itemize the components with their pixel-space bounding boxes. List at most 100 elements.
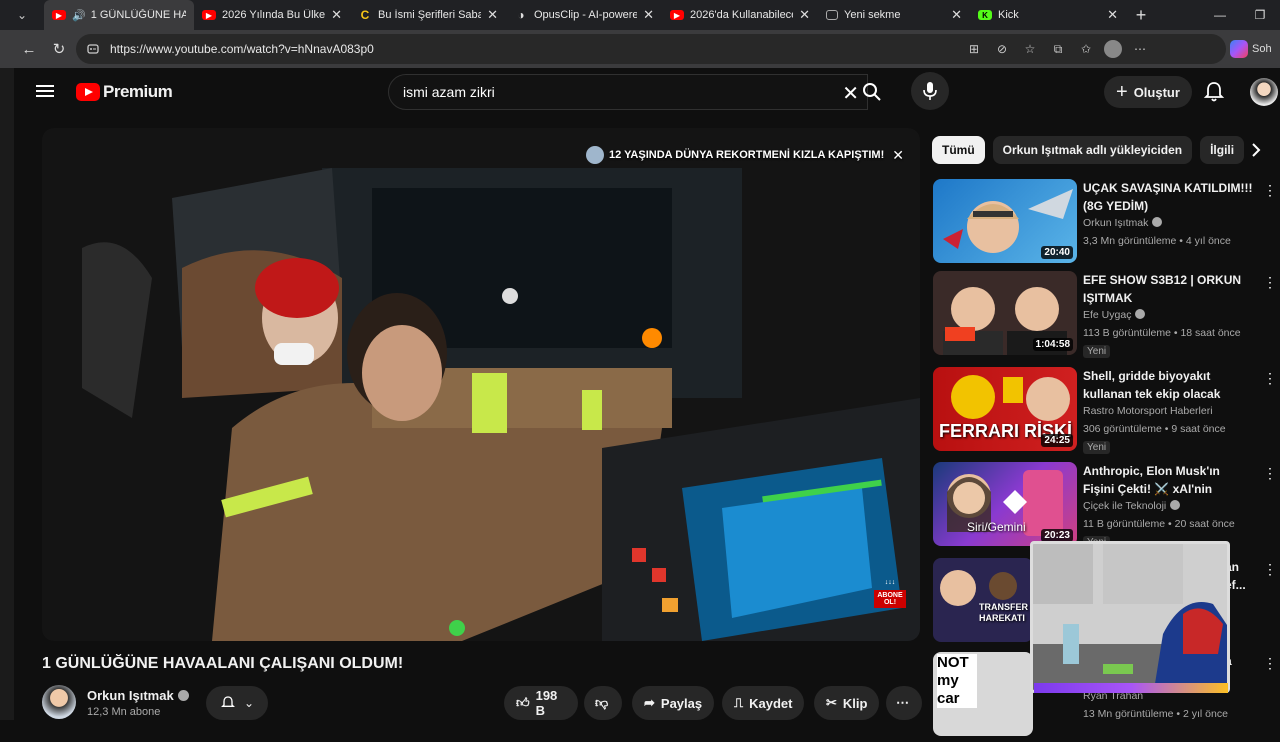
search-input[interactable]: ismi azam zikri ✕ <box>388 74 868 110</box>
tab-7[interactable]: K Kick ✕ <box>970 0 1126 30</box>
youtube-header: Premium ismi azam zikri ✕ + Oluştur <box>14 68 1280 116</box>
tab-6[interactable]: Yeni sekme ✕ <box>818 0 970 30</box>
close-tab-icon[interactable]: ✕ <box>1107 7 1118 23</box>
save-button[interactable]: ⎍ Kaydet <box>722 686 805 720</box>
hamburger-menu-icon[interactable] <box>36 82 54 102</box>
video-title[interactable]: EFE SHOW S3B12 | ORKUN IŞITMAK <box>1083 271 1253 307</box>
channel-name[interactable]: Rastro Motorsport Haberleri <box>1083 405 1213 417</box>
profile-icon[interactable] <box>1104 40 1122 58</box>
close-tab-icon[interactable]: ✕ <box>799 7 810 23</box>
video-thumbnail[interactable]: Siri/Gemini 20:23 <box>933 462 1077 546</box>
tab-list-button[interactable]: ⌄ <box>0 0 44 30</box>
notifications-bell-icon[interactable] <box>1202 80 1226 104</box>
microphone-icon <box>923 82 937 100</box>
thumbs-up-icon: 👍︎ <box>516 695 530 710</box>
tab-3[interactable]: C Bu İsmi Şerifleri Sabah ✕ <box>350 0 506 30</box>
tab-4[interactable]: ◑ OpusClip - AI-powered ✕ <box>506 0 662 30</box>
channel-name[interactable]: Orkun Işıtmak <box>1083 217 1163 229</box>
tracking-prevention-icon[interactable]: ⊘ <box>992 39 1012 59</box>
recommendation-item[interactable]: Siri/Gemini 20:23 Anthropic, Elon Musk'ı… <box>933 462 1277 552</box>
webcam-frame-bar <box>1034 683 1228 693</box>
logo-text: Premium <box>103 82 173 101</box>
tab-1[interactable]: ▶ 🔊 1 GÜNLÜĞÜNE HA <box>44 0 194 30</box>
recommendation-item[interactable]: 1:04:58 EFE SHOW S3B12 | ORKUN IŞITMAK E… <box>933 271 1277 361</box>
verified-icon <box>1135 309 1146 319</box>
url-field[interactable]: https://www.youtube.com/watch?v=hNnavA08… <box>76 34 1226 64</box>
channel-name-text: Orkun Işıtmak <box>87 688 174 703</box>
favorite-star-icon[interactable]: ☆ <box>1020 39 1040 59</box>
chip-all[interactable]: Tümü <box>932 136 985 164</box>
youtube-icon: ▶ <box>202 10 216 20</box>
save-label: Kaydet <box>749 695 793 711</box>
share-button[interactable]: ➦ Paylaş <box>632 686 715 720</box>
video-title[interactable]: Shell, gridde biyoyakıt kullanan tek eki… <box>1083 367 1253 403</box>
close-tab-icon[interactable]: ✕ <box>487 7 498 23</box>
close-tab-icon[interactable]: ✕ <box>331 7 342 23</box>
more-actions-button[interactable]: ⋯ <box>886 686 922 720</box>
copilot-button[interactable]: Soh <box>1230 34 1280 64</box>
channel-name[interactable]: Orkun Işıtmak <box>87 688 189 703</box>
video-player[interactable]: 12 YAŞINDA DÜNYA REKORTMENİ KIZLA KAPIŞT… <box>42 128 920 641</box>
tab-5[interactable]: ▶ 2026'da Kullanabileceği ✕ <box>662 0 818 30</box>
like-button[interactable]: 👍︎ 198 B <box>504 686 578 720</box>
site-info-icon[interactable] <box>86 42 100 56</box>
recommendation-item[interactable]: FERRARI RİSKİ 24:25 Shell, gridde biyoya… <box>933 367 1277 457</box>
more-vert-icon[interactable]: ⋮ <box>1263 654 1277 672</box>
create-button[interactable]: + Oluştur <box>1104 76 1192 108</box>
filter-chips: Tümü Orkun Işıtmak adlı yükleyiciden İlg… <box>932 136 1245 164</box>
account-avatar[interactable] <box>1250 78 1278 106</box>
more-vert-icon[interactable]: ⋮ <box>1263 464 1277 482</box>
new-badge: Yeni <box>1083 441 1111 454</box>
channel-avatar[interactable] <box>42 685 76 719</box>
video-thumbnail[interactable]: TRANSFER HAREKATI <box>933 558 1033 642</box>
left-edge <box>0 68 14 720</box>
chip-from-uploader[interactable]: Orkun Işıtmak adlı yükleyiciden <box>992 136 1193 164</box>
tab-label: Kick <box>998 9 1019 21</box>
clip-button[interactable]: ✂ Klip <box>814 686 880 720</box>
close-tab-icon[interactable]: ✕ <box>951 7 962 23</box>
recommendation-item[interactable]: 20:40 UÇAK SAVAŞINA KATILDIM!!! (8G YEDİ… <box>933 179 1277 269</box>
copilot-icon <box>1230 40 1248 58</box>
reload-icon[interactable]: ↻ <box>44 34 74 64</box>
video-thumbnail[interactable]: FERRARI RİSKİ 24:25 <box>933 367 1077 451</box>
more-vert-icon[interactable]: ⋮ <box>1263 560 1277 578</box>
video-thumbnail[interactable]: 1:04:58 <box>933 271 1077 355</box>
more-vert-icon[interactable]: ⋮ <box>1263 369 1277 387</box>
search-value: ismi azam zikri <box>403 84 495 100</box>
subscribe-watermark[interactable]: ↓↓↓ ABONE OL! <box>874 579 906 619</box>
video-card-overlay[interactable]: 12 YAŞINDA DÜNYA REKORTMENİ KIZLA KAPIŞT… <box>586 146 904 164</box>
dislike-button[interactable]: 👎︎ <box>584 686 622 720</box>
extensions-icon[interactable]: ⧉ <box>1048 39 1068 59</box>
speaker-icon[interactable]: 🔊 <box>72 9 86 22</box>
more-menu-icon[interactable]: ⋯ <box>1130 39 1150 59</box>
video-thumbnail[interactable]: 20:40 <box>933 179 1077 263</box>
youtube-premium-logo[interactable]: Premium <box>76 82 173 102</box>
bookmark-icon: ⎍ <box>734 695 744 710</box>
favorites-icon[interactable]: ✩ <box>1076 39 1096 59</box>
search-button[interactable] <box>854 74 890 110</box>
channel-text: Orkun Işıtmak <box>1083 217 1149 229</box>
tab-2[interactable]: ▶ 2026 Yılında Bu Ülkeler ✕ <box>194 0 350 30</box>
notification-preferences-button[interactable]: ⌄ <box>206 686 268 720</box>
chevron-right-icon[interactable] <box>1244 138 1268 162</box>
chip-related[interactable]: İlgili <box>1200 136 1245 164</box>
close-tab-icon[interactable]: ✕ <box>643 7 654 23</box>
video-title[interactable]: Anthropic, Elon Musk'ın Fişini Çekti! ⚔️… <box>1083 462 1253 498</box>
window-controls: — ❐ <box>1200 0 1280 30</box>
video-thumbnail[interactable]: NOT my car <box>933 652 1033 736</box>
apps-icon[interactable]: ⊞ <box>964 39 984 59</box>
channel-name[interactable]: Çiçek ile Teknoloji <box>1083 500 1181 512</box>
close-card-icon[interactable]: ✕ <box>892 147 904 164</box>
plus-icon: + <box>1116 80 1128 103</box>
minimize-icon[interactable]: — <box>1200 0 1240 30</box>
video-meta: 306 görüntüleme • 9 saat önce <box>1083 423 1226 435</box>
maximize-icon[interactable]: ❐ <box>1240 0 1280 30</box>
back-arrow-icon[interactable]: ← <box>14 34 44 64</box>
video-title[interactable]: UÇAK SAVAŞINA KATILDIM!!! (8G YEDİM) <box>1083 179 1253 215</box>
new-tab-button[interactable]: + <box>1126 5 1156 26</box>
channel-name[interactable]: Efe Uygaç <box>1083 309 1146 321</box>
voice-search-button[interactable] <box>911 72 949 110</box>
video-title: 1 GÜNLÜĞÜNE HAVAALANI ÇALIŞANI OLDUM! <box>42 655 404 672</box>
more-vert-icon[interactable]: ⋮ <box>1263 273 1277 291</box>
more-vert-icon[interactable]: ⋮ <box>1263 181 1277 199</box>
